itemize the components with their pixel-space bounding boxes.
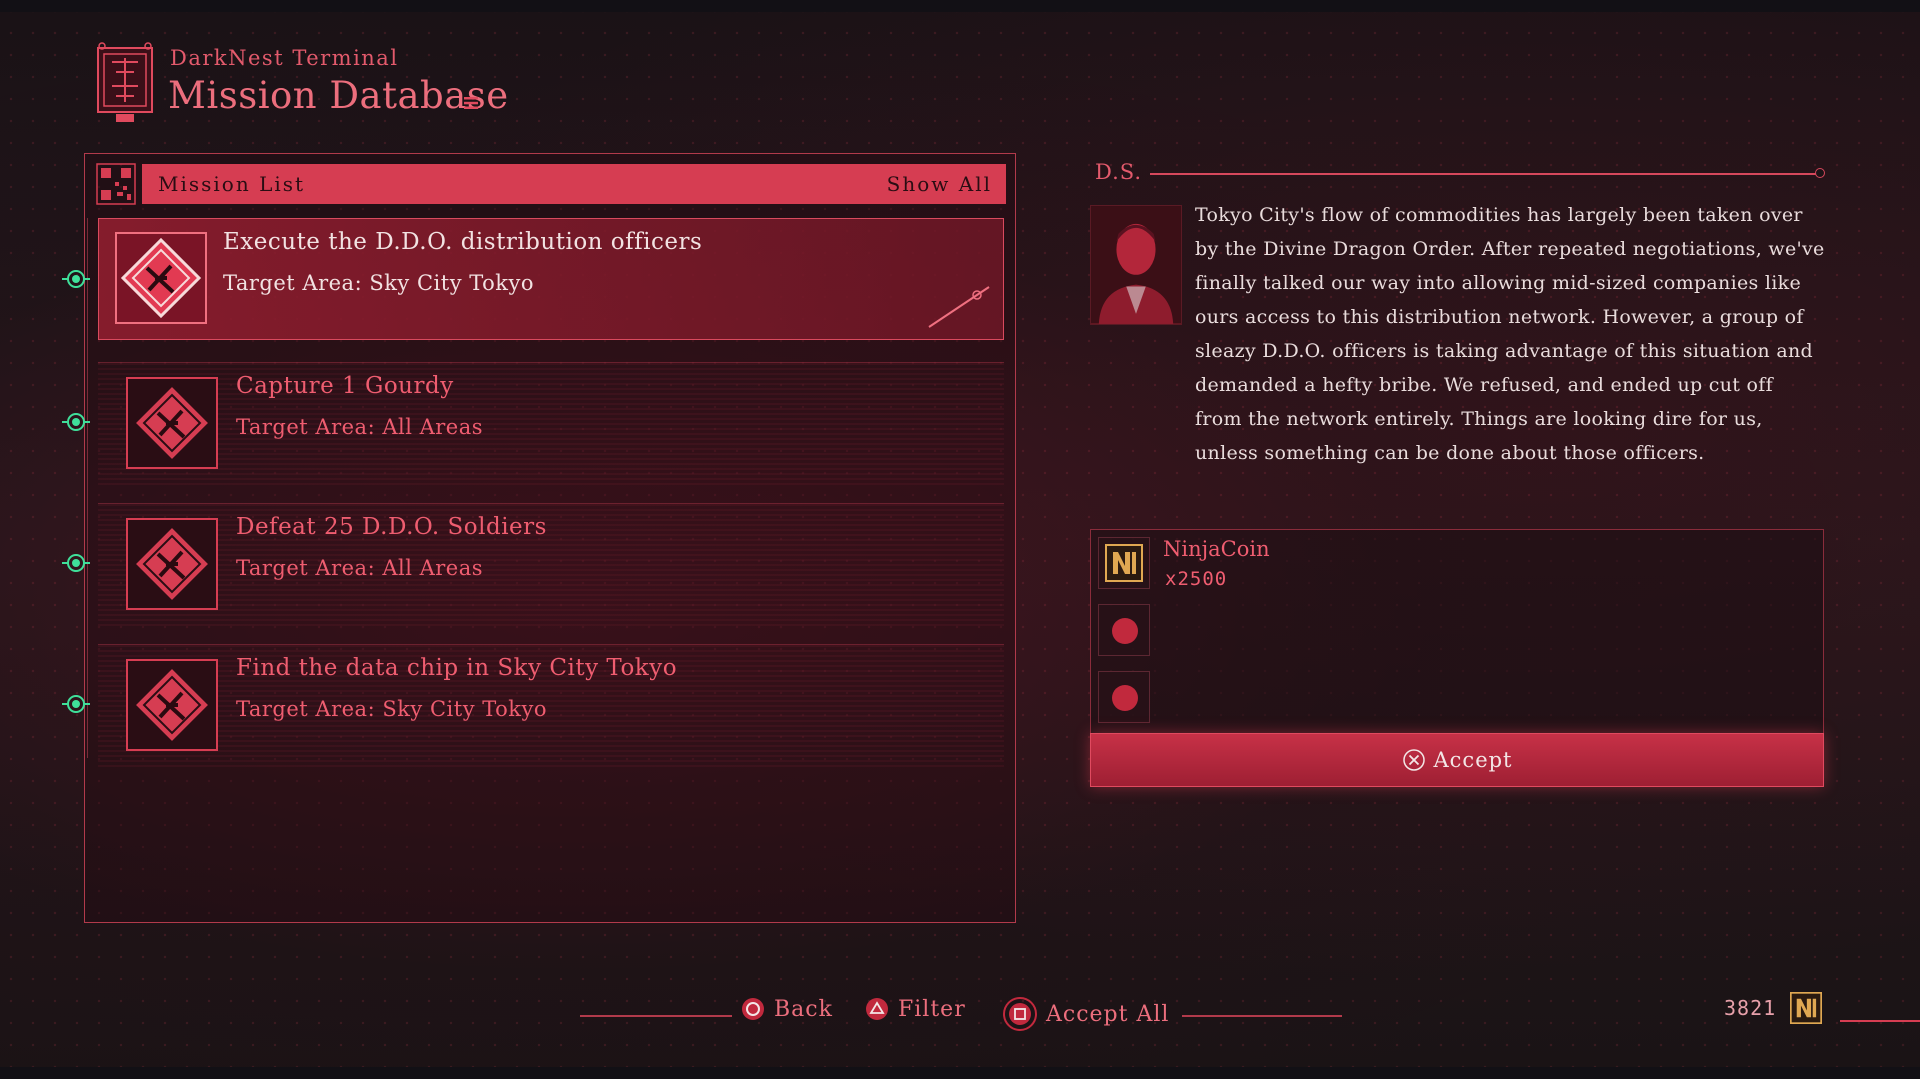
qr-code-icon <box>96 163 136 205</box>
mission-target-area: Target Area: Sky City Tokyo <box>223 271 534 295</box>
mission-emblem-icon <box>115 232 207 324</box>
back-label: Back <box>774 996 833 1022</box>
reward-quantity: x2500 <box>1165 568 1228 590</box>
footer-accent-line <box>1840 1020 1920 1022</box>
accept-all-label: Accept All <box>1046 1001 1170 1027</box>
mission-target-area: Target Area: Sky City Tokyo <box>236 697 547 721</box>
mission-node-icon <box>62 695 90 713</box>
top-letterbox <box>0 0 1920 12</box>
filter-button[interactable]: Filter <box>864 996 966 1022</box>
page-title: Mission Database <box>168 74 509 117</box>
mission-list-header: Mission List Show All <box>142 164 1006 204</box>
cross-button-icon <box>1402 749 1425 771</box>
footer-divider <box>580 1015 732 1017</box>
back-button[interactable]: Back <box>740 996 833 1022</box>
mission-emblem-icon <box>126 377 218 469</box>
client-name: D.S. <box>1095 160 1143 184</box>
mission-title: Execute the D.D.O. distribution officers <box>223 229 703 255</box>
empty-slot-marker <box>1112 685 1138 711</box>
triangle-button-icon <box>866 998 888 1020</box>
circle-button-icon <box>742 998 764 1020</box>
client-portrait <box>1090 205 1182 325</box>
selection-slash-icon <box>928 286 990 328</box>
ninjacoin-icon <box>1790 992 1822 1024</box>
accept-label: Accept <box>1433 748 1513 772</box>
empty-reward-slot <box>1098 671 1150 723</box>
filter-label: Filter <box>898 996 966 1022</box>
mission-item[interactable]: Execute the D.D.O. distribution officers… <box>98 218 1004 340</box>
mission-title: Defeat 25 D.D.O. Soldiers <box>236 514 547 540</box>
mission-title: Find the data chip in Sky City Tokyo <box>236 655 678 681</box>
divider-end-dot <box>1815 168 1825 178</box>
mission-emblem-icon <box>126 518 218 610</box>
empty-slot-marker <box>1112 618 1138 644</box>
ninjacoin-icon <box>1105 544 1143 582</box>
footer-divider <box>1182 1015 1342 1017</box>
mission-title: Capture 1 Gourdy <box>236 373 454 399</box>
currency-amount: 3821 <box>1724 996 1777 1020</box>
mission-list-title: Mission List <box>158 172 306 196</box>
square-button-icon <box>1003 997 1037 1031</box>
mission-target-area: Target Area: All Areas <box>236 556 484 580</box>
darknest-emblem-icon <box>97 42 153 122</box>
mission-emblem-icon <box>126 659 218 751</box>
accept-button[interactable]: Accept <box>1090 733 1824 787</box>
mission-target-area: Target Area: All Areas <box>236 415 484 439</box>
mission-item[interactable]: Find the data chip in Sky City Tokyo Tar… <box>98 644 1004 767</box>
bottom-letterbox <box>0 1067 1920 1079</box>
mission-description: Tokyo City's flow of commodities has lar… <box>1195 204 1825 464</box>
mission-item[interactable]: Defeat 25 D.D.O. Soldiers Target Area: A… <box>98 503 1004 626</box>
timeline-line <box>87 218 88 758</box>
mission-item[interactable]: Capture 1 Gourdy Target Area: All Areas <box>98 362 1004 485</box>
mission-node-icon <box>62 270 90 288</box>
menu-icon <box>464 97 478 109</box>
reward-slot <box>1098 537 1150 589</box>
mission-node-icon <box>62 413 90 431</box>
reward-name: NinjaCoin <box>1163 537 1270 561</box>
accept-all-button[interactable]: Accept All <box>1002 996 1169 1032</box>
client-divider <box>1150 173 1822 175</box>
show-all-filter[interactable]: Show All <box>887 172 992 196</box>
empty-reward-slot <box>1098 604 1150 656</box>
mission-node-icon <box>62 554 90 572</box>
terminal-subtitle: DarkNest Terminal <box>170 46 399 70</box>
